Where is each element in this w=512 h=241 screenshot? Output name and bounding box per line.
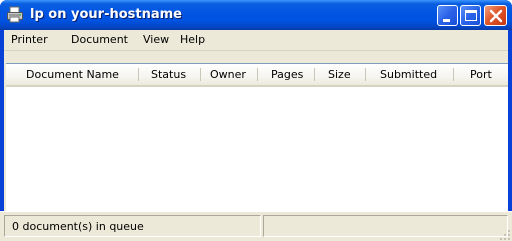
menu-document[interactable]: Document <box>68 33 131 47</box>
printer-icon <box>6 6 24 24</box>
window-client-area: Printer Document View Help Document Name… <box>4 30 508 241</box>
status-bar: 0 document(s) in queue <box>0 211 512 241</box>
column-label: Owner <box>210 68 246 81</box>
menu-view[interactable]: View <box>140 33 172 47</box>
window-title: lp on your-hostname <box>30 7 182 22</box>
column-label: Size <box>328 68 351 81</box>
title-bar[interactable]: lp on your-hostname <box>0 0 512 30</box>
column-header-submitted[interactable]: Submitted <box>366 64 454 85</box>
column-label: Port <box>470 68 492 81</box>
column-header-document-name[interactable]: Document Name <box>6 64 139 85</box>
status-pane-secondary <box>263 215 508 237</box>
column-label: Document Name <box>26 68 119 81</box>
column-label: Pages <box>271 68 304 81</box>
status-text: 0 document(s) in queue <box>12 220 144 233</box>
column-header-port[interactable]: Port <box>454 64 508 85</box>
minimize-icon <box>443 19 450 22</box>
column-header-owner[interactable]: Owner <box>201 64 258 85</box>
close-button[interactable] <box>484 5 507 26</box>
column-header-status[interactable]: Status <box>139 64 201 85</box>
column-header-pages[interactable]: Pages <box>258 64 315 85</box>
column-header-size[interactable]: Size <box>315 64 366 85</box>
column-label: Submitted <box>380 68 438 81</box>
maximize-icon <box>465 10 477 21</box>
menu-bar: Printer Document View Help <box>4 30 508 51</box>
column-header-row: Document Name Status Owner Pages Size Su… <box>6 64 508 87</box>
menu-help[interactable]: Help <box>177 33 208 47</box>
menu-printer[interactable]: Printer <box>8 33 51 47</box>
minimize-button[interactable] <box>437 5 458 26</box>
close-icon <box>489 9 503 23</box>
resize-grip-icon[interactable] <box>499 229 510 240</box>
column-label: Status <box>151 68 187 81</box>
printer-queue-window: lp on your-hostname Printer Document Vie… <box>0 0 512 241</box>
maximize-button[interactable] <box>460 5 481 26</box>
